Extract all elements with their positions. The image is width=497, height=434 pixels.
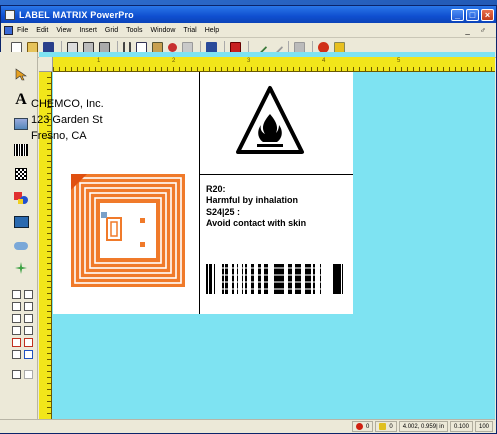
r20-text[interactable]: Harmful by inhalation: [206, 195, 298, 205]
vertical-divider: [199, 72, 200, 314]
ruler-mark: 5: [397, 58, 401, 64]
barcode-bar: [206, 264, 208, 294]
maximize-button[interactable]: □: [466, 8, 479, 21]
sparkle-tool[interactable]: [12, 260, 30, 276]
image-icon: [13, 216, 29, 228]
minimize-button[interactable]: _: [451, 8, 464, 21]
matrix-barcode-tool[interactable]: [12, 166, 30, 182]
warning-count-value: 0: [389, 423, 393, 430]
barcode-icon: [14, 144, 28, 156]
pointer-tool[interactable]: [12, 66, 30, 82]
s24-25-text[interactable]: Avoid contact with skin: [206, 218, 306, 228]
barcode-tool[interactable]: [12, 142, 30, 158]
matrix-barcode-icon: [15, 168, 27, 180]
graphic-tool[interactable]: [12, 116, 30, 132]
error-icon: [356, 423, 364, 430]
menu-insert[interactable]: Insert: [79, 27, 97, 34]
document-icon[interactable]: [4, 25, 13, 35]
barcode-bar: [209, 264, 211, 294]
menu-help[interactable]: Help: [205, 27, 219, 34]
center-vertical-icon[interactable]: [24, 314, 33, 323]
menu-view[interactable]: View: [56, 27, 71, 34]
barcode-row-gap: [220, 281, 330, 283]
stacked-barcode[interactable]: [206, 264, 344, 294]
ruler-mark: 3: [247, 58, 251, 64]
rfid-tool[interactable]: [12, 238, 30, 254]
flammable-hazard-icon[interactable]: [235, 84, 305, 156]
same-width-icon[interactable]: [12, 326, 21, 335]
status-warning-count: 0: [375, 421, 397, 432]
menu-tools[interactable]: Tools: [126, 27, 142, 34]
close-button[interactable]: ×: [481, 8, 494, 21]
align-bottom-icon[interactable]: [24, 302, 33, 311]
text-icon: A: [15, 91, 27, 108]
barcode-bar: [336, 264, 338, 294]
rotate-left-icon[interactable]: [12, 338, 21, 347]
s24-25-code[interactable]: S24|25 :: [206, 207, 240, 217]
app-icon: [5, 9, 15, 20]
image-tool[interactable]: [12, 214, 30, 230]
pointer-icon: [15, 68, 27, 81]
barcode-row-gap: [220, 274, 330, 276]
barcode-row-gap: [220, 288, 330, 290]
barcode-bar: [338, 264, 341, 294]
menu-trial[interactable]: Trial: [183, 27, 196, 34]
menu-edit[interactable]: Edit: [36, 27, 48, 34]
mdi-controls[interactable]: _ ♂: [465, 26, 490, 35]
align-top-icon[interactable]: [12, 302, 21, 311]
ruler-mark: 1: [97, 58, 101, 64]
sparkle-icon: [15, 262, 27, 274]
company-name[interactable]: CHEMCO, Inc.: [31, 98, 104, 110]
group-icon[interactable]: [24, 350, 33, 359]
horizontal-ruler[interactable]: 1 2 3 4 5: [53, 57, 495, 72]
status-error-count: 0: [352, 421, 374, 432]
align-right-icon[interactable]: [24, 290, 33, 299]
ruler-mark: 2: [172, 58, 176, 64]
horizontal-divider: [199, 174, 353, 175]
menu-bar: File Edit View Insert Grid Tools Window …: [1, 23, 496, 38]
center-horizontal-icon[interactable]: [12, 314, 21, 323]
align-left-icon[interactable]: [12, 290, 21, 299]
flip-icon[interactable]: [12, 350, 21, 359]
status-zoom-percent: 100: [474, 421, 493, 432]
rfid-icon: [14, 242, 28, 250]
undo-icon[interactable]: [168, 43, 177, 52]
window-title: LABEL MATRIX PowerPro: [19, 9, 134, 20]
barcode-row-gap: [220, 267, 330, 269]
barcode-bar: [214, 264, 215, 294]
color-shapes-tool[interactable]: [12, 190, 30, 206]
lock-icon[interactable]: [12, 370, 21, 379]
r20-code[interactable]: R20:: [206, 184, 226, 194]
color-shapes-icon: [14, 192, 28, 204]
barcode-bar: [333, 264, 334, 294]
ruler-mark: 4: [322, 58, 326, 64]
error-count-value: 0: [366, 423, 370, 430]
barcode-bar: [334, 264, 336, 294]
ruler-corner: [39, 57, 53, 72]
graphic-icon: [14, 118, 28, 130]
barcode-bar: [342, 264, 343, 294]
status-zoom: 0.100: [449, 421, 473, 432]
same-height-icon[interactable]: [24, 326, 33, 335]
title-bar[interactable]: LABEL MATRIX PowerPro _ □ ×: [1, 6, 496, 23]
barcode-bar: [211, 264, 212, 294]
menu-grid[interactable]: Grid: [105, 27, 118, 34]
rfid-antenna-graphic[interactable]: [71, 174, 185, 287]
rotate-right-icon[interactable]: [24, 338, 33, 347]
company-city[interactable]: Fresno, CA: [31, 130, 87, 142]
company-street[interactable]: 123 Garden St: [31, 114, 103, 126]
text-tool[interactable]: A: [12, 91, 30, 108]
menu-file[interactable]: File: [17, 27, 28, 34]
status-bar: 0 0 4.002, 0.959| in 0.100 100: [0, 419, 495, 433]
unlock-icon[interactable]: [24, 370, 33, 379]
status-coordinates: 4.002, 0.959| in: [398, 421, 448, 432]
menu-window[interactable]: Window: [150, 27, 175, 34]
warning-icon: [379, 423, 387, 430]
